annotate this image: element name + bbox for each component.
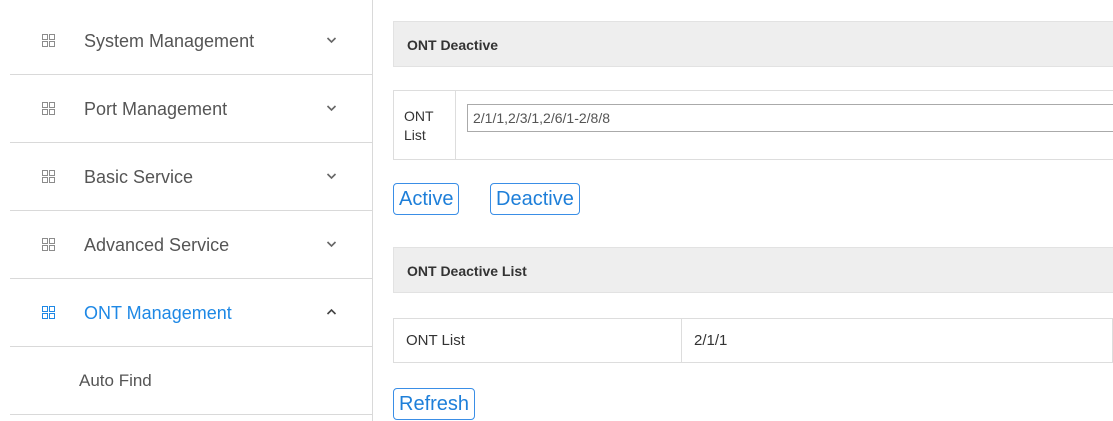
ont-list-label: ONT List [404, 108, 434, 143]
sidebar-item-basic-service[interactable]: Basic Service [10, 143, 372, 211]
chevron-up-icon [326, 308, 337, 315]
sidebar-item-label: Basic Service [84, 167, 194, 187]
cell-divider [455, 91, 456, 159]
chevron-down-icon [326, 37, 337, 44]
ont-list-input[interactable] [467, 104, 1113, 132]
sidebar-item-ont-management[interactable]: ONT Management [10, 279, 372, 347]
sidebar: System Management Port Management Basic … [0, 0, 373, 421]
main-content: ONT Deactive ONT List Active Deactive ON… [393, 0, 1113, 421]
sidebar-subitem-label: Auto Find [79, 371, 152, 390]
sidebar-item-system-management[interactable]: System Management [10, 7, 372, 75]
sidebar-item-label: System Management [84, 31, 255, 51]
ont-deactive-list-table: ONT List 2/1/1 [393, 318, 1113, 363]
panel-title: ONT Deactive [407, 37, 499, 53]
chevron-down-icon [326, 105, 337, 112]
table-row: ONT List 2/1/1 [393, 318, 1113, 363]
refresh-button[interactable]: Refresh [393, 388, 476, 420]
active-button[interactable]: Active [393, 183, 460, 215]
table-cell-value: 2/1/1 [681, 318, 1113, 363]
grid-icon [42, 34, 55, 47]
ont-list-form-row: ONT List [393, 90, 1113, 160]
grid-icon [42, 238, 55, 251]
sidebar-item-port-management[interactable]: Port Management [10, 75, 372, 143]
sidebar-item-label: Advanced Service [84, 235, 230, 255]
ont-deactive-panel-header: ONT Deactive [393, 21, 1113, 67]
sidebar-item-label: ONT Management [84, 303, 232, 323]
sidebar-item-label: Port Management [84, 99, 228, 119]
sidebar-subitem-auto-find[interactable]: Auto Find [10, 347, 372, 415]
sidebar-item-advanced-service[interactable]: Advanced Service [10, 211, 372, 279]
table-cell-key: ONT List [393, 318, 682, 363]
grid-icon [42, 170, 55, 183]
ont-deactive-list-panel-header: ONT Deactive List [393, 247, 1113, 293]
chevron-down-icon [326, 173, 337, 180]
page: System Management Port Management Basic … [0, 0, 1113, 421]
deactive-button[interactable]: Deactive [490, 183, 580, 215]
grid-icon [42, 102, 55, 115]
panel-title: ONT Deactive List [407, 263, 527, 279]
chevron-down-icon [326, 241, 337, 248]
grid-icon [42, 306, 55, 319]
